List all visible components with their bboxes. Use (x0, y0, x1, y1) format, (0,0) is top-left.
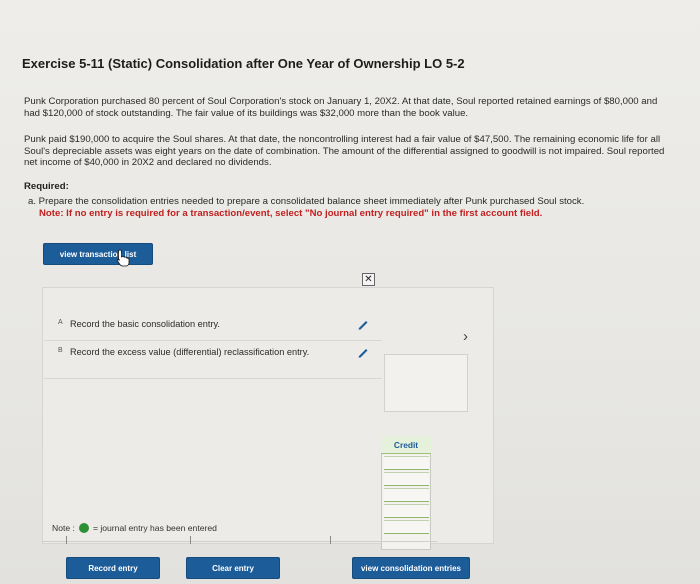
note-label: Note : (52, 523, 75, 533)
exercise-page: Exercise 5-11 (Static) Consolidation aft… (0, 0, 700, 584)
transaction-text: Record the basic consolidation entry. (70, 319, 220, 329)
journal-side-box (384, 354, 468, 412)
entered-indicator-icon (78, 523, 89, 533)
problem-paragraph-1: Punk Corporation purchased 80 percent of… (24, 96, 658, 119)
credit-cell[interactable] (384, 520, 429, 534)
clear-entry-button[interactable]: Clear entry (186, 557, 280, 579)
credit-cell[interactable] (384, 504, 429, 518)
transaction-letter: A (58, 319, 63, 326)
pencil-icon[interactable] (357, 318, 369, 330)
divider-tick (66, 536, 67, 544)
requirement-note: Note: If no entry is required for a tran… (39, 207, 543, 219)
problem-paragraph-2: Punk paid $190,000 to acquire the Soul s… (24, 134, 665, 168)
divider (42, 541, 437, 542)
requirement-a: a. Prepare the consolidation entries nee… (28, 196, 668, 219)
requirement-a-text: a. Prepare the consolidation entries nee… (28, 196, 585, 207)
required-label: Required: (24, 181, 69, 192)
divider-tick (190, 536, 191, 544)
credit-cell[interactable] (384, 472, 429, 486)
hand-cursor-icon (116, 249, 130, 267)
record-entry-button[interactable]: Record entry (66, 557, 160, 579)
transaction-letter: B (58, 347, 63, 354)
transaction-row[interactable]: A Record the basic consolidation entry. (44, 309, 382, 341)
note-text: = journal entry has been entered (92, 523, 217, 533)
pencil-icon[interactable] (357, 346, 369, 358)
credit-header: Credit (381, 436, 431, 454)
chevron-right-icon[interactable]: › (463, 328, 468, 345)
divider-tick (330, 536, 331, 544)
transaction-row[interactable]: B Record the excess value (differential) … (44, 341, 382, 379)
view-consolidation-entries-button[interactable]: view consolidation entries (352, 557, 470, 579)
view-transaction-list-button[interactable]: view transaction list (43, 243, 153, 265)
credit-cell[interactable] (384, 488, 429, 502)
legend-note: Note : = journal entry has been entered (52, 523, 217, 533)
transaction-panel-header (42, 266, 494, 288)
transaction-text: Record the excess value (differential) r… (70, 347, 310, 357)
credit-cell[interactable] (384, 456, 429, 470)
exercise-title: Exercise 5-11 (Static) Consolidation aft… (22, 56, 465, 71)
close-icon[interactable]: ✕ (362, 273, 375, 286)
